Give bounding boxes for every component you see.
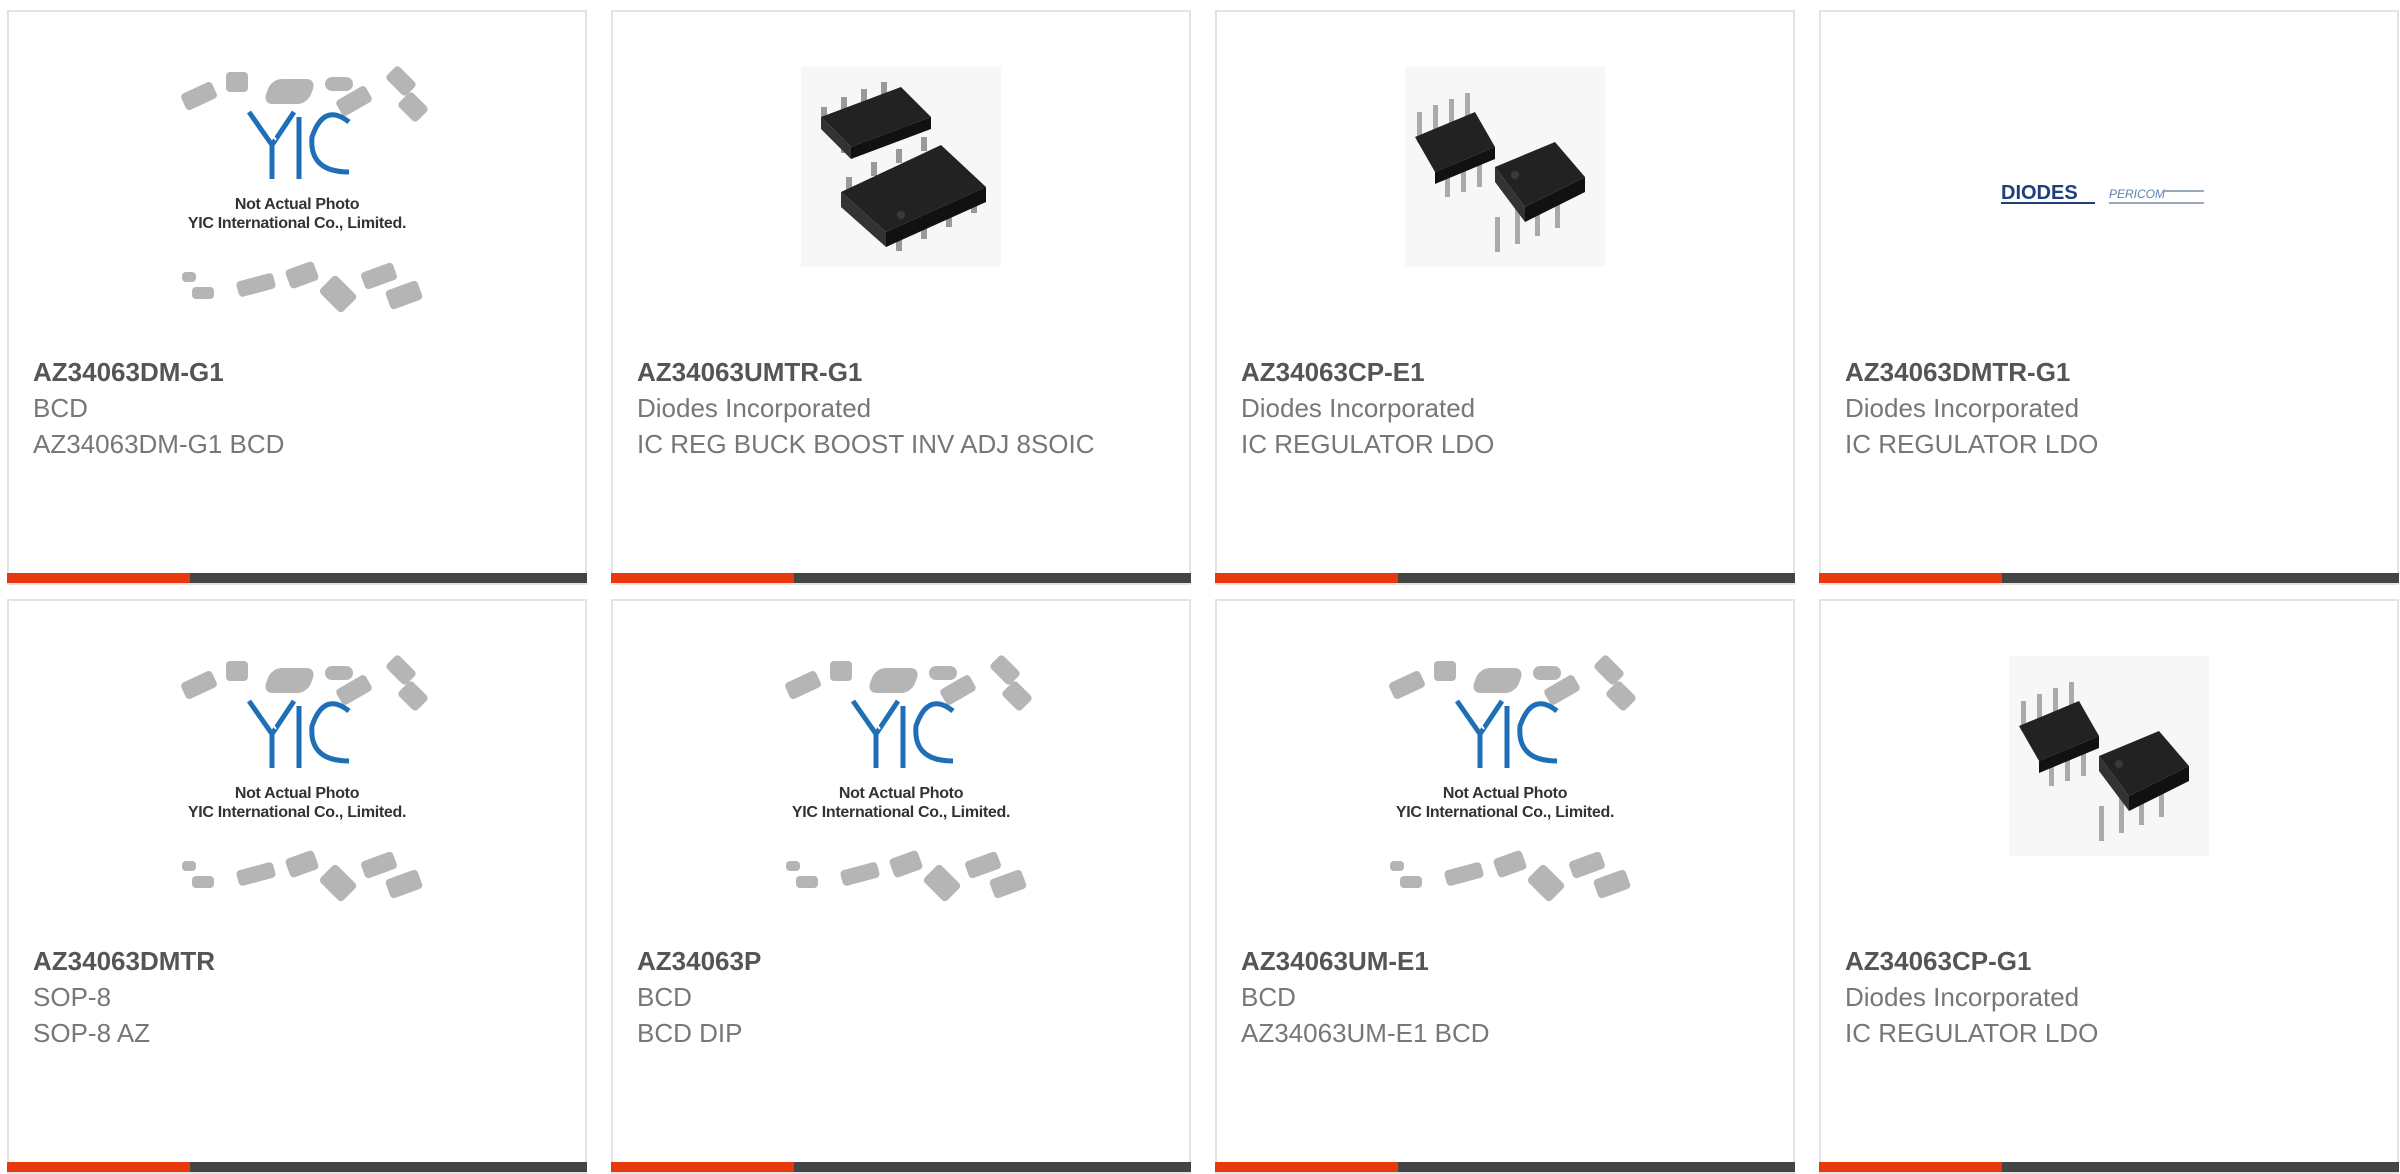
description: IC REGULATOR LDO [1845,1018,2099,1048]
manufacturer: BCD [637,982,692,1012]
product-card[interactable]: Not Actual Photo YIC International Co., … [1215,599,1795,1174]
placeholder-image: Not Actual Photo YIC International Co., … [1370,653,1640,911]
part-number[interactable]: AZ34063UM-E1 [1241,943,1769,979]
yic-logo-icon [246,110,351,179]
yic-logo-icon [850,699,955,768]
description: IC REGULATOR LDO [1241,429,1495,459]
product-card[interactable]: AZ34063UMTR-G1 Diodes Incorporated IC RE… [611,10,1191,585]
card-footer-bar [1819,573,2399,583]
card-footer-bar [1215,1162,1795,1172]
product-image[interactable]: Not Actual Photo YIC International Co., … [1217,653,1793,946]
svg-text:PERICOM: PERICOM [2109,187,2165,201]
product-info: AZ34063DM-G1 BCD AZ34063DM-G1 BCD [33,354,561,462]
product-card[interactable]: DIODES PERICOM AZ34063DMTR-G1 Diodes Inc… [1819,10,2399,585]
soic-chip-icon [801,67,1001,267]
part-number[interactable]: AZ34063CP-E1 [1241,354,1769,390]
product-info: AZ34063UM-E1 BCD AZ34063UM-E1 BCD [1241,943,1769,1051]
product-image[interactable]: Not Actual Photo YIC International Co., … [613,653,1189,946]
part-number[interactable]: AZ34063CP-G1 [1845,943,2373,979]
product-card[interactable]: AZ34063CP-E1 Diodes Incorporated IC REGU… [1215,10,1795,585]
description: IC REG BUCK BOOST INV ADJ 8SOIC [637,429,1095,459]
placeholder-image: Not Actual Photo YIC International Co., … [766,653,1036,911]
description: SOP-8 AZ [33,1018,151,1048]
product-grid: Not Actual Photo YIC International Co., … [0,0,2400,1174]
manufacturer: Diodes Incorporated [1845,982,2080,1012]
card-footer-bar [611,573,1191,583]
manufacturer: SOP-8 [33,982,112,1012]
product-info: AZ34063CP-G1 Diodes Incorporated IC REGU… [1845,943,2373,1051]
manufacturer: Diodes Incorporated [637,393,872,423]
dip-chip-icon [1405,67,1605,267]
svg-text:DIODES: DIODES [2001,182,2078,204]
product-image[interactable]: Not Actual Photo YIC International Co., … [9,64,585,357]
product-info: AZ34063DMTR-G1 Diodes Incorporated IC RE… [1845,354,2373,462]
product-image[interactable]: DIODES PERICOM [1821,67,2397,357]
product-card[interactable]: AZ34063CP-G1 Diodes Incorporated IC REGU… [1819,599,2399,1174]
part-number[interactable]: AZ34063DM-G1 [33,354,561,390]
description: AZ34063DM-G1 BCD [33,429,285,459]
part-number[interactable]: AZ34063DMTR-G1 [1845,354,2373,390]
product-image[interactable]: Not Actual Photo YIC International Co., … [9,653,585,946]
product-image[interactable] [613,67,1189,357]
card-footer-bar [1215,573,1795,583]
card-footer-bar [7,1162,587,1172]
manufacturer: Diodes Incorporated [1241,393,1476,423]
product-card[interactable]: Not Actual Photo YIC International Co., … [7,10,587,585]
product-info: AZ34063UMTR-G1 Diodes Incorporated IC RE… [637,354,1165,462]
placeholder-caption: Not Actual Photo YIC International Co., … [791,785,1011,821]
description: IC REGULATOR LDO [1845,429,2099,459]
description: AZ34063UM-E1 BCD [1241,1018,1490,1048]
manufacturer: BCD [1241,982,1296,1012]
product-info: AZ34063CP-E1 Diodes Incorporated IC REGU… [1241,354,1769,462]
placeholder-image: Not Actual Photo YIC International Co., … [162,653,432,911]
placeholder-caption: Not Actual Photo YIC International Co., … [187,196,407,232]
placeholder-image: Not Actual Photo YIC International Co., … [162,64,432,322]
product-image[interactable] [1821,656,2397,946]
manufacturer: Diodes Incorporated [1845,393,2080,423]
placeholder-caption: Not Actual Photo YIC International Co., … [187,785,407,821]
card-footer-bar [1819,1162,2399,1172]
description: BCD DIP [637,1018,743,1048]
product-info: AZ34063P BCD BCD DIP [637,943,1165,1051]
part-number[interactable]: AZ34063UMTR-G1 [637,354,1165,390]
placeholder-caption: Not Actual Photo YIC International Co., … [1395,785,1615,821]
manufacturer: BCD [33,393,88,423]
part-number[interactable]: AZ34063DMTR [33,943,561,979]
part-number[interactable]: AZ34063P [637,943,1165,979]
card-footer-bar [611,1162,1191,1172]
yic-logo-icon [246,699,351,768]
diodes-pericom-logo: DIODES PERICOM [2001,182,2204,204]
dip-chip-icon [2009,656,2209,856]
product-info: AZ34063DMTR SOP-8 SOP-8 AZ [33,943,561,1051]
card-footer-bar [7,573,587,583]
product-card[interactable]: Not Actual Photo YIC International Co., … [7,599,587,1174]
product-card[interactable]: Not Actual Photo YIC International Co., … [611,599,1191,1174]
yic-logo-icon [1454,699,1559,768]
product-image[interactable] [1217,67,1793,357]
